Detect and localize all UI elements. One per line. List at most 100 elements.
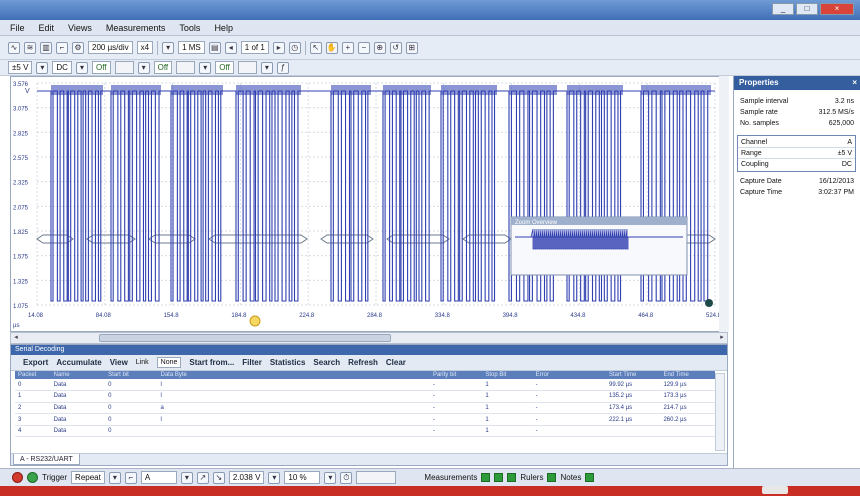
table-row[interactable]: 2 Data 0 a -1-173.4 µs 214.7 µs (15, 402, 715, 415)
chevron-down-icon[interactable]: ▾ (199, 61, 212, 74)
capture-counter[interactable]: 1 of 1 (240, 41, 269, 54)
remove-measurement-icon[interactable] (494, 473, 504, 482)
delay-field[interactable] (356, 471, 397, 484)
menu-views[interactable]: Views (68, 23, 92, 33)
measurements-label[interactable]: Measurements (424, 473, 477, 482)
rulers-label[interactable]: Rulers (520, 473, 543, 482)
start-from-button[interactable]: Start from... (189, 358, 234, 367)
channel-a-range[interactable]: ±5 V (8, 61, 33, 74)
zoom-fit-icon[interactable]: ⊞ (405, 41, 418, 54)
chevron-down-icon[interactable]: ▾ (36, 61, 49, 74)
table-row[interactable]: 0 Data 0 l -1-99.92 µs 129.9 µs (15, 379, 715, 392)
edit-measurement-icon[interactable] (507, 473, 517, 482)
statistics-button[interactable]: Statistics (270, 358, 306, 367)
notes-icon[interactable] (585, 473, 595, 482)
table-row[interactable]: 4 Data 0 -1- (15, 425, 715, 438)
start-button[interactable] (27, 472, 38, 483)
trigger-edge-icon[interactable]: ⌐ (124, 471, 137, 484)
timebase-select[interactable]: 200 µs/div (88, 41, 133, 54)
oscilloscope-view[interactable]: 3.576 3.075 2.825 2.575 2.325 2.075 1.825 1.575… (10, 76, 728, 332)
rising-edge-icon[interactable]: ↗ (196, 471, 209, 484)
chevron-down-icon[interactable]: ▾ (137, 61, 150, 74)
persistence-mode-icon[interactable]: ≋ (24, 41, 36, 54)
scroll-right-icon[interactable]: ▸ (717, 333, 727, 343)
probe-icon[interactable]: ⌐ (56, 41, 68, 54)
chevron-down-icon[interactable]: ▾ (162, 41, 175, 54)
minimize-button[interactable]: _ (772, 3, 794, 15)
delay-icon[interactable]: ⏱ (340, 471, 353, 484)
scope-horizontal-scrollbar[interactable]: ◂ ▸ (10, 332, 728, 344)
scope-mode-icon[interactable]: ∿ (8, 41, 20, 54)
zoom-out-icon[interactable]: − (357, 41, 370, 54)
refresh-button[interactable]: Refresh (348, 358, 378, 367)
column-header[interactable]: Data Byte (157, 371, 430, 379)
column-header[interactable]: Error (532, 371, 606, 379)
view-button[interactable]: View (110, 358, 128, 367)
column-header[interactable]: Name (50, 371, 106, 379)
channel-d-range[interactable] (237, 61, 257, 74)
clear-button[interactable]: Clear (386, 358, 406, 367)
add-measurement-icon[interactable] (481, 473, 491, 482)
decoder-tab[interactable]: A - RS232/UART (13, 454, 80, 465)
waveform-buffer-icon[interactable]: ▤ (208, 41, 221, 54)
channel-c-range[interactable] (176, 61, 196, 74)
column-header[interactable]: Start bit (105, 371, 158, 379)
hand-tool-icon[interactable]: ✋ (325, 41, 338, 54)
previous-capture-icon[interactable]: ◂ (224, 41, 237, 54)
zoom-area-icon[interactable]: ⊕ (373, 41, 386, 54)
next-capture-icon[interactable]: ▸ (272, 41, 285, 54)
filter-button[interactable]: Filter (242, 358, 262, 367)
channel-d-toggle[interactable]: Off (215, 61, 234, 74)
export-button[interactable]: Export (23, 358, 48, 367)
bottom-bar-knob[interactable] (762, 486, 788, 494)
link-select[interactable]: None (156, 357, 182, 368)
notes-label[interactable]: Notes (560, 473, 581, 482)
column-header[interactable]: End Time (660, 371, 715, 379)
math-channel-icon[interactable]: ƒ (276, 61, 289, 74)
settings-icon[interactable]: ⚙ (72, 41, 84, 54)
close-icon[interactable]: × (852, 76, 857, 90)
spectrum-mode-icon[interactable]: ▥ (40, 41, 52, 54)
chevron-down-icon[interactable]: ▾ (75, 61, 88, 74)
channel-b-range[interactable] (114, 61, 134, 74)
channel-a-coupling[interactable]: DC (52, 61, 72, 74)
menu-tools[interactable]: Tools (179, 23, 200, 33)
trigger-channel-select[interactable]: A (140, 471, 177, 484)
scope-vertical-scrollbar[interactable] (719, 76, 729, 332)
column-header[interactable]: Stop Bit (482, 371, 533, 379)
chevron-down-icon[interactable]: ▾ (268, 471, 281, 484)
trigger-mode-select[interactable]: Repeat (71, 471, 105, 484)
chevron-down-icon[interactable]: ▾ (260, 61, 273, 74)
stop-button[interactable] (12, 472, 23, 483)
menu-measurements[interactable]: Measurements (106, 23, 166, 33)
chevron-down-icon[interactable]: ▾ (180, 471, 193, 484)
pre-trigger-field[interactable]: 10 % (284, 471, 321, 484)
history-icon[interactable]: ◷ (288, 41, 301, 54)
rulers-icon[interactable] (547, 473, 557, 482)
table-vertical-scrollbar[interactable] (715, 373, 725, 451)
scroll-left-icon[interactable]: ◂ (11, 333, 21, 343)
search-button[interactable]: Search (313, 358, 340, 367)
samples-select[interactable]: 1 MS (178, 41, 205, 54)
channel-c-toggle[interactable]: Off (153, 61, 173, 74)
table-row[interactable]: 1 Data 0 l -1-135.2 µs 173.3 µs (15, 390, 715, 403)
falling-edge-icon[interactable]: ↘ (212, 471, 225, 484)
channel-b-toggle[interactable]: Off (91, 61, 111, 74)
chevron-down-icon[interactable]: ▾ (108, 471, 121, 484)
zoom-select[interactable]: x4 (136, 41, 154, 54)
trigger-level-field[interactable]: 2.038 V (228, 471, 265, 484)
pointer-tool-icon[interactable]: ↖ (309, 41, 322, 54)
column-header[interactable]: Packet (15, 371, 51, 379)
zoom-in-icon[interactable]: + (341, 41, 354, 54)
close-window-button[interactable]: × (820, 3, 854, 15)
column-header[interactable]: Start Time (605, 371, 661, 379)
column-header[interactable]: Parity bit (429, 371, 483, 379)
table-row[interactable]: 3 Data 0 l -1-222.1 µs 260.2 µs (15, 413, 715, 426)
scrollbar-thumb[interactable] (99, 334, 391, 342)
undo-zoom-icon[interactable]: ↺ (389, 41, 402, 54)
chevron-down-icon[interactable]: ▾ (324, 471, 337, 484)
accumulate-button[interactable]: Accumulate (56, 358, 101, 367)
maximize-button[interactable]: □ (796, 3, 818, 15)
menu-edit[interactable]: Edit (39, 23, 55, 33)
menu-file[interactable]: File (10, 23, 25, 33)
